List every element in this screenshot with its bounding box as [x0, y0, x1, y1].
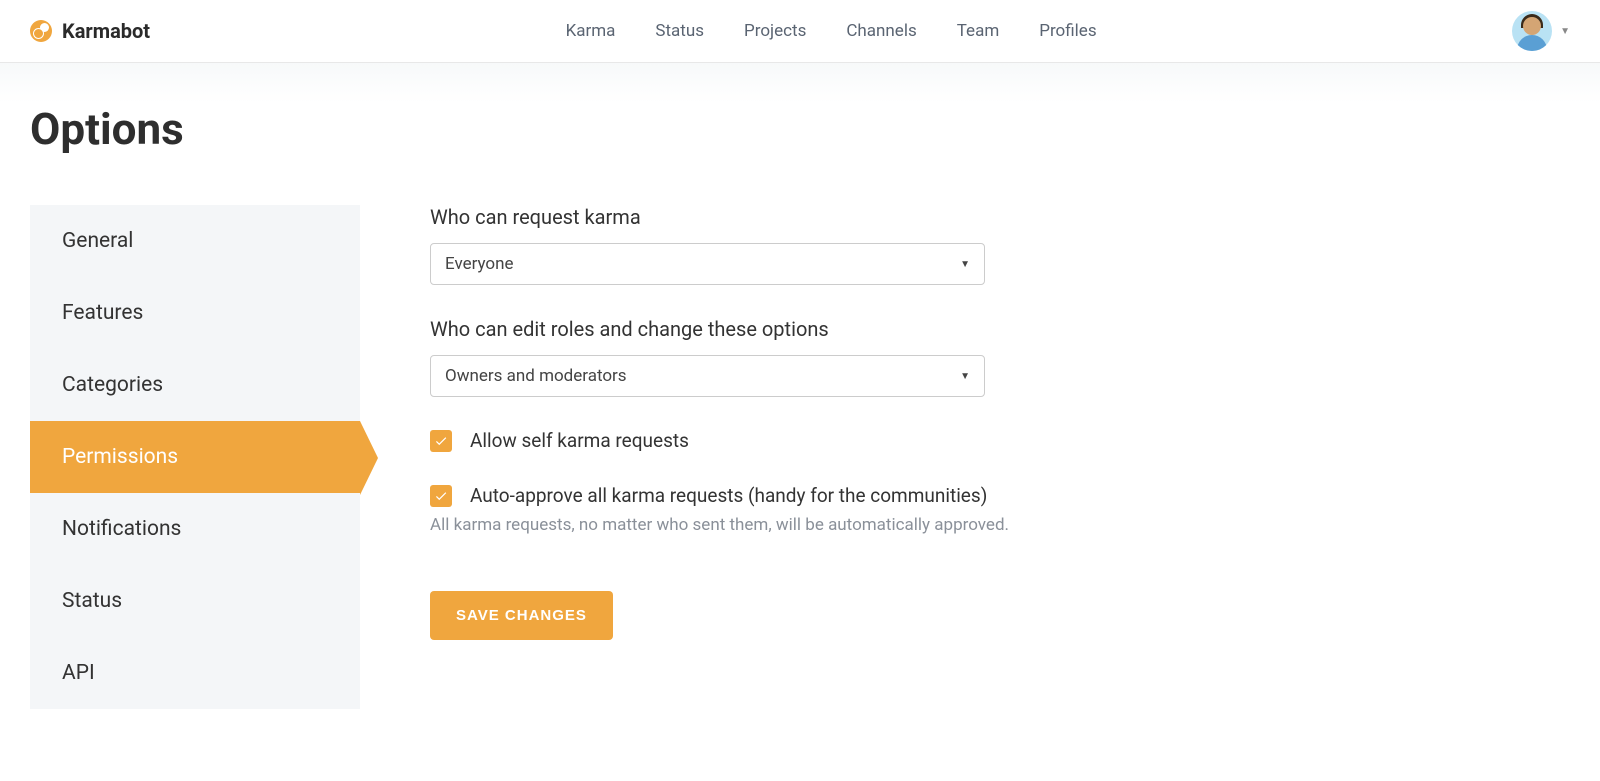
checkbox-auto-approve-requests[interactable]: [430, 485, 452, 507]
chevron-down-icon: ▼: [960, 371, 970, 382]
checkbox-label: Allow self karma requests: [470, 429, 689, 452]
check-icon: [434, 489, 448, 503]
field-request-karma: Who can request karma Everyone ▼: [430, 205, 1130, 285]
top-nav: Karma Status Projects Channels Team Prof…: [566, 21, 1097, 41]
select-edit-roles[interactable]: Owners and moderators ▼: [430, 355, 985, 397]
nav-status[interactable]: Status: [655, 21, 704, 41]
select-value: Owners and moderators: [445, 366, 627, 386]
nav-karma[interactable]: Karma: [566, 21, 616, 41]
checkbox-allow-self-karma[interactable]: [430, 430, 452, 452]
select-request-karma[interactable]: Everyone ▼: [430, 243, 985, 285]
field-label: Who can edit roles and change these opti…: [430, 317, 1130, 341]
content-area: General Features Categories Permissions …: [30, 205, 1570, 709]
field-edit-roles: Who can edit roles and change these opti…: [430, 317, 1130, 397]
header: Karmabot Karma Status Projects Channels …: [0, 0, 1600, 63]
sidebar-item-permissions[interactable]: Permissions: [30, 421, 360, 493]
check-icon: [434, 434, 448, 448]
sidebar-item-notifications[interactable]: Notifications: [30, 493, 360, 565]
sidebar-item-features[interactable]: Features: [30, 277, 360, 349]
sidebar-item-categories[interactable]: Categories: [30, 349, 360, 421]
field-label: Who can request karma: [430, 205, 1130, 229]
main-panel: Who can request karma Everyone ▼ Who can…: [430, 205, 1130, 709]
helper-text: All karma requests, no matter who sent t…: [430, 515, 1130, 535]
nav-team[interactable]: Team: [957, 21, 1000, 41]
user-menu[interactable]: ▼: [1512, 11, 1570, 51]
checkbox-self-karma: Allow self karma requests: [430, 429, 1130, 452]
sidebar-item-general[interactable]: General: [30, 205, 360, 277]
sidebar-item-status[interactable]: Status: [30, 565, 360, 637]
checkbox-auto-approve: Auto-approve all karma requests (handy f…: [430, 484, 1130, 535]
nav-profiles[interactable]: Profiles: [1039, 21, 1096, 41]
save-button[interactable]: SAVE CHANGES: [430, 591, 613, 640]
chevron-down-icon: ▼: [1560, 26, 1570, 37]
select-value: Everyone: [445, 254, 514, 274]
logo-icon: [30, 20, 52, 42]
sidebar: General Features Categories Permissions …: [30, 205, 360, 709]
page-body: Options General Features Categories Perm…: [0, 63, 1600, 749]
page-title: Options: [30, 103, 1570, 155]
logo[interactable]: Karmabot: [30, 19, 150, 43]
nav-channels[interactable]: Channels: [846, 21, 916, 41]
chevron-down-icon: ▼: [960, 259, 970, 270]
checkbox-label: Auto-approve all karma requests (handy f…: [470, 484, 987, 507]
sidebar-item-api[interactable]: API: [30, 637, 360, 709]
nav-projects[interactable]: Projects: [744, 21, 806, 41]
logo-text: Karmabot: [62, 19, 150, 43]
avatar: [1512, 11, 1552, 51]
